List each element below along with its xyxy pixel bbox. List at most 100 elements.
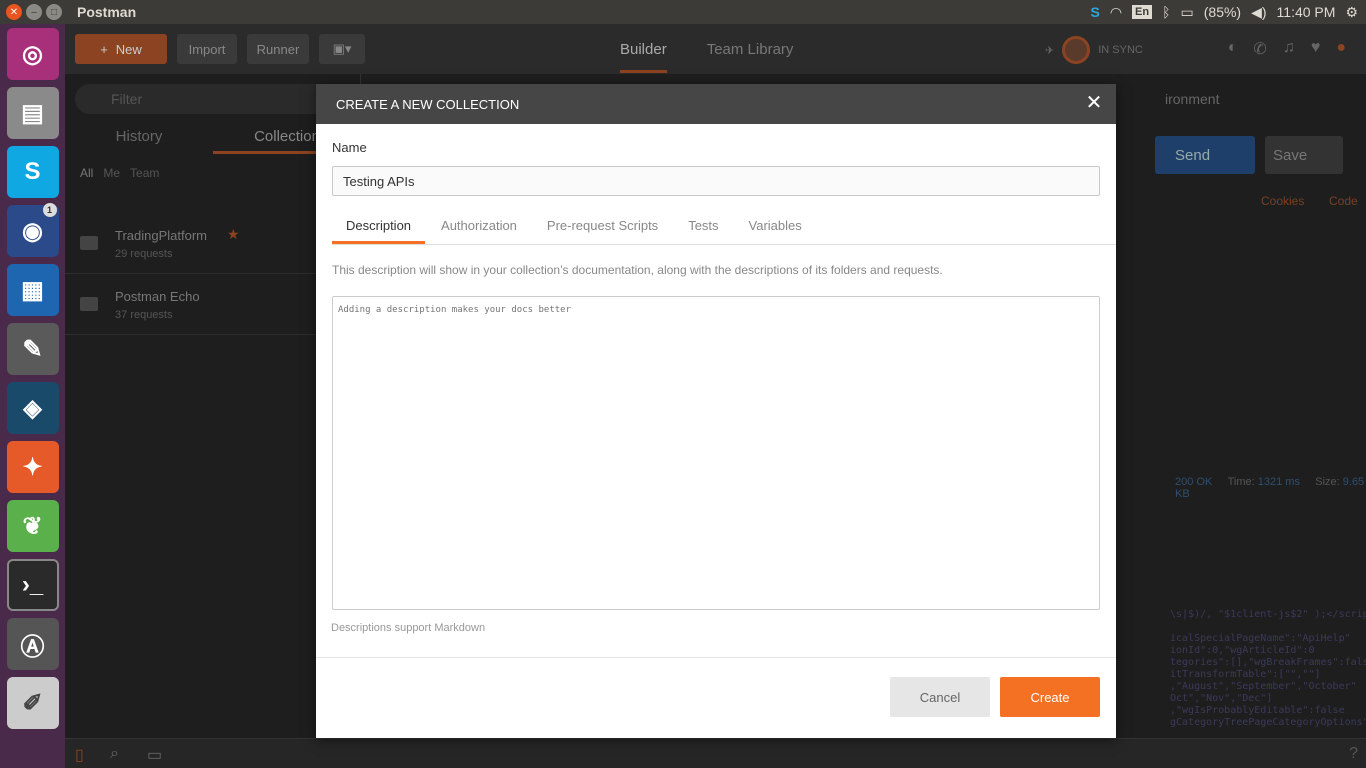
send-button[interactable]: Send <box>1155 136 1255 174</box>
tab-builder[interactable]: Builder <box>620 41 667 73</box>
collection-name: TradingPlatform <box>115 228 207 243</box>
filter-input[interactable]: Filter <box>75 84 355 114</box>
system-tools-app-icon[interactable]: ✎ <box>6 323 59 375</box>
tab-description[interactable]: Description <box>332 208 426 244</box>
unity-launcher: ◎ ▤ S ◉ 1 ▦ ✎ ◈ ✦ ❦ ›_ Ⓐ ✐ <box>0 24 65 768</box>
send-button-label: Send <box>1175 146 1211 164</box>
find-icon[interactable]: ⌕ <box>110 745 119 763</box>
volume-icon[interactable]: ◀) <box>1251 4 1266 21</box>
status-value: 200 OK <box>1175 476 1213 488</box>
settings-gear-icon[interactable]: ⚙ <box>1345 4 1358 21</box>
skype-tray-icon[interactable]: S <box>1090 4 1099 20</box>
tab-history[interactable]: History <box>65 122 213 154</box>
close-icon[interactable]: ✕ <box>1084 93 1104 113</box>
filter-team[interactable]: Team <box>130 166 159 180</box>
app-header: + New Import Runner ▣▾ Builder Team Libr… <box>65 24 1366 74</box>
tab-variables[interactable]: Variables <box>735 208 816 244</box>
new-button[interactable]: + New <box>75 34 167 64</box>
import-button[interactable]: Import <box>177 34 237 64</box>
ubuntu-dash-icon[interactable]: ◎ <box>6 28 59 80</box>
heart-icon[interactable]: ♥ <box>1311 39 1321 59</box>
tab-tests[interactable]: Tests <box>674 208 732 244</box>
help-icon[interactable]: ? <box>1349 745 1358 763</box>
sync-avatar-icon <box>1062 36 1091 64</box>
text-editor-app-icon[interactable]: ✐ <box>6 677 59 729</box>
os-top-panel: ✕ – □ Postman S ◠ En ᛒ ▭ (85%) ◀) 11:40 … <box>0 0 1366 24</box>
filter-all[interactable]: All <box>80 166 93 180</box>
status-footer: ▯ ⌕ ▭ ? <box>65 738 1366 768</box>
wrench-icon[interactable]: ✆ <box>1253 39 1266 59</box>
writer-app-icon[interactable]: ▦ <box>6 264 59 316</box>
cancel-button[interactable]: Cancel <box>890 677 990 717</box>
skype-app-icon[interactable]: S <box>6 146 59 198</box>
user-avatar-icon[interactable]: ● <box>1336 39 1346 59</box>
dialog-title: CREATE A NEW COLLECTION <box>336 96 520 112</box>
app-title: Postman <box>77 4 137 20</box>
time-value: 1321 ms <box>1257 476 1300 488</box>
workspace-tabs: Builder Team Library <box>620 24 793 74</box>
create-collection-dialog: CREATE A NEW COLLECTION ✕ Name Descripti… <box>316 84 1116 738</box>
postman-app-icon[interactable]: ✦ <box>6 441 59 493</box>
request-pane: ironment Send Save Cookies Code 200 OK T… <box>1115 74 1366 738</box>
system-tray: S ◠ En ᛒ ▭ (85%) ◀) 11:40 PM ⚙ <box>1090 0 1358 24</box>
keyboard-layout[interactable]: En <box>1132 5 1153 19</box>
environment-select[interactable]: ironment <box>1165 91 1219 107</box>
description-help-text: This description will show in your colle… <box>332 263 943 277</box>
window-controls: ✕ – □ <box>6 4 62 20</box>
footer-divider <box>316 657 1116 658</box>
plus-icon: + <box>100 41 108 57</box>
launcher-badge: 1 <box>42 203 57 217</box>
folder-icon <box>80 236 98 250</box>
save-button-label: Save <box>1273 146 1308 164</box>
battery-percent: (85%) <box>1203 4 1242 20</box>
terminal-app-icon[interactable]: ›_ <box>6 559 59 611</box>
markdown-note: Descriptions support Markdown <box>331 622 486 634</box>
response-status: 200 OK Time: 1321 ms Size: 9.65 KB <box>1175 476 1366 500</box>
wifi-icon[interactable]: ◠ <box>1110 4 1122 21</box>
new-window-button[interactable]: ▣▾ <box>319 34 365 64</box>
tab-authorization[interactable]: Authorization <box>427 208 531 244</box>
bluetooth-icon[interactable]: ᛒ <box>1162 4 1170 20</box>
interceptor-icon[interactable]: ◐ <box>1228 39 1238 59</box>
spring-app-icon[interactable]: ❦ <box>6 500 59 552</box>
window-add-icon: ▣▾ <box>332 41 352 56</box>
collection-count: 29 requests <box>115 248 173 260</box>
create-button[interactable]: Create <box>1000 677 1100 717</box>
console-icon[interactable]: ▭ <box>147 745 162 765</box>
filter-me[interactable]: Me <box>103 166 120 180</box>
dialog-header: CREATE A NEW COLLECTION ✕ <box>316 84 1116 124</box>
dialog-tabs: Description Authorization Pre-request Sc… <box>332 208 1116 245</box>
sync-status[interactable]: ✈ IN SYNC <box>1045 36 1143 64</box>
battery-icon[interactable]: ▭ <box>1181 4 1194 21</box>
files-app-icon[interactable]: ▤ <box>6 87 59 139</box>
software-updater-app-icon[interactable]: Ⓐ <box>6 618 59 670</box>
clock[interactable]: 11:40 PM <box>1277 4 1336 20</box>
toggle-sidebar-icon[interactable]: ▯ <box>75 745 84 765</box>
new-button-label: New <box>115 41 142 57</box>
collection-count: 37 requests <box>115 309 173 321</box>
header-icons: ◐ ✆ ♫ ♥ ● <box>1228 39 1346 59</box>
star-icon[interactable]: ★ <box>227 226 240 243</box>
time-label: Time: <box>1227 476 1255 488</box>
collection-name: Postman Echo <box>115 289 200 304</box>
save-button[interactable]: Save <box>1265 136 1343 174</box>
tab-pre-request-scripts[interactable]: Pre-request Scripts <box>533 208 672 244</box>
name-label: Name <box>332 140 367 155</box>
window-maximize-icon[interactable]: □ <box>46 4 62 20</box>
code-link[interactable]: Code <box>1329 194 1358 208</box>
satellite-icon: ✈ <box>1045 44 1055 57</box>
runner-button[interactable]: Runner <box>247 34 309 64</box>
collection-name-input[interactable] <box>332 166 1100 196</box>
chromium-app-icon[interactable]: ◉ 1 <box>6 203 59 257</box>
window-minimize-icon[interactable]: – <box>26 4 42 20</box>
sync-label: IN SYNC <box>1098 44 1143 56</box>
mysql-workbench-app-icon[interactable]: ◈ <box>6 382 59 434</box>
bell-icon[interactable]: ♫ <box>1283 39 1295 59</box>
size-label: Size: <box>1315 476 1340 488</box>
tab-team-library[interactable]: Team Library <box>707 41 794 58</box>
cookies-link[interactable]: Cookies <box>1261 194 1304 208</box>
collection-owner-filter: All Me Team <box>80 166 159 180</box>
window-close-icon[interactable]: ✕ <box>6 4 22 20</box>
description-textarea[interactable] <box>332 296 1100 610</box>
folder-icon <box>80 297 98 311</box>
